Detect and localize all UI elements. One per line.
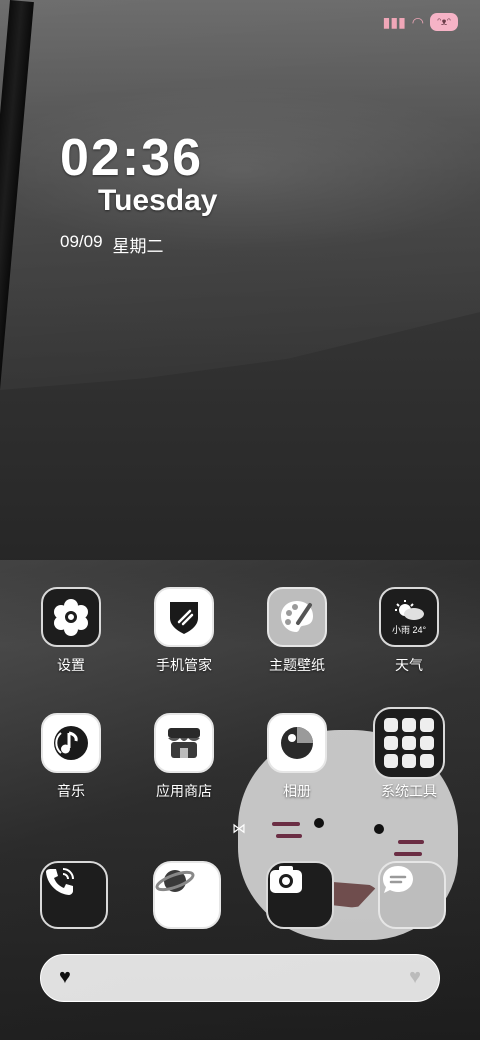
- shield-icon: [170, 602, 198, 634]
- app-label: 设置: [57, 657, 85, 673]
- messages-tile[interactable]: [378, 861, 446, 929]
- app-label: 相册: [283, 783, 311, 799]
- app-phone-manager-tile[interactable]: [154, 587, 214, 647]
- folder-icon[interactable]: [373, 707, 445, 779]
- app-music[interactable]: 音乐: [21, 713, 121, 801]
- app-phone-manager[interactable]: 手机管家: [134, 587, 234, 675]
- app-gallery[interactable]: 相册: [247, 713, 347, 801]
- planet-icon: [155, 870, 195, 892]
- status-bar: ▮▮▮ ◠ ᵔᴥᵔ: [383, 10, 458, 34]
- camera-icon: [270, 866, 302, 893]
- kitty-eye-right: [374, 824, 384, 834]
- app-label: 天气: [395, 657, 423, 673]
- kitty-eye-left: [314, 818, 324, 828]
- folder-mini-app: [384, 718, 398, 732]
- music-note-icon: [54, 726, 88, 760]
- folder-mini-app: [384, 736, 398, 750]
- app-system-tools-folder[interactable]: 系统工具: [359, 707, 459, 801]
- app-weather[interactable]: 小雨 24° 天气: [359, 587, 459, 675]
- app-settings[interactable]: 设置: [21, 587, 121, 675]
- folder-mini-app: [420, 736, 434, 750]
- weather-summary: 小雨 24°: [391, 624, 427, 635]
- clock-date: 09/09: [60, 232, 103, 251]
- weather-sun-cloud-icon: [395, 599, 424, 620]
- phone-icon: [46, 868, 74, 895]
- message-bubble-icon: [383, 866, 413, 893]
- clock-date-line: 09/09 星期二: [60, 232, 164, 257]
- dock-browser[interactable]: [153, 861, 221, 929]
- folder-mini-app: [420, 754, 434, 768]
- browser-tile[interactable]: [153, 861, 221, 929]
- app-label: 手机管家: [156, 657, 212, 673]
- heart-icon: ♥: [59, 966, 71, 988]
- dock-camera[interactable]: [266, 861, 334, 929]
- app-label: 系统工具: [381, 783, 437, 799]
- folder-mini-app: [402, 718, 416, 732]
- kitty-whisker: [276, 834, 302, 838]
- kitty-whisker: [272, 822, 300, 826]
- app-label: 应用商店: [156, 783, 212, 799]
- app-music-tile[interactable]: [41, 713, 101, 773]
- folder-mini-app: [420, 718, 434, 732]
- folder-mini-app: [402, 736, 416, 750]
- dock-messages[interactable]: [378, 861, 446, 929]
- clock-lunar-weekday: 星期二: [112, 237, 164, 256]
- app-weather-tile[interactable]: 小雨 24°: [379, 587, 439, 647]
- signal-icon: ▮▮▮: [382, 14, 406, 30]
- gallery-icon: [281, 727, 313, 759]
- app-store[interactable]: 应用商店: [134, 713, 234, 801]
- clock-weekday: Tuesday: [98, 184, 218, 217]
- app-store-tile[interactable]: [154, 713, 214, 773]
- battery-icon: ᵔᴥᵔ: [430, 13, 458, 31]
- app-themes[interactable]: 主题壁纸: [247, 587, 347, 675]
- butterfly-icon: ⋈: [232, 820, 246, 836]
- kitty-whisker: [398, 840, 424, 844]
- phone-tile[interactable]: [40, 861, 108, 929]
- app-themes-tile[interactable]: [267, 587, 327, 647]
- app-gallery-tile[interactable]: [267, 713, 327, 773]
- kitty-whisker: [394, 852, 422, 856]
- app-label: 主题壁纸: [269, 657, 325, 673]
- camera-tile[interactable]: [266, 861, 334, 929]
- folder-mini-app: [384, 754, 398, 768]
- folder-app-grid: [384, 718, 434, 768]
- settings-flower-icon: [54, 599, 88, 636]
- dock-phone[interactable]: [40, 861, 108, 929]
- app-label: 音乐: [57, 783, 85, 799]
- store-icon: [168, 728, 200, 758]
- search-bar[interactable]: ♥ ♥: [40, 954, 440, 1002]
- app-settings-tile[interactable]: [41, 587, 101, 647]
- heart-icon: ♥: [409, 966, 421, 988]
- wifi-icon: ◠: [411, 14, 424, 30]
- folder-mini-app: [402, 754, 416, 768]
- clock-time[interactable]: 02:36: [60, 128, 203, 188]
- palette-icon: [281, 601, 313, 632]
